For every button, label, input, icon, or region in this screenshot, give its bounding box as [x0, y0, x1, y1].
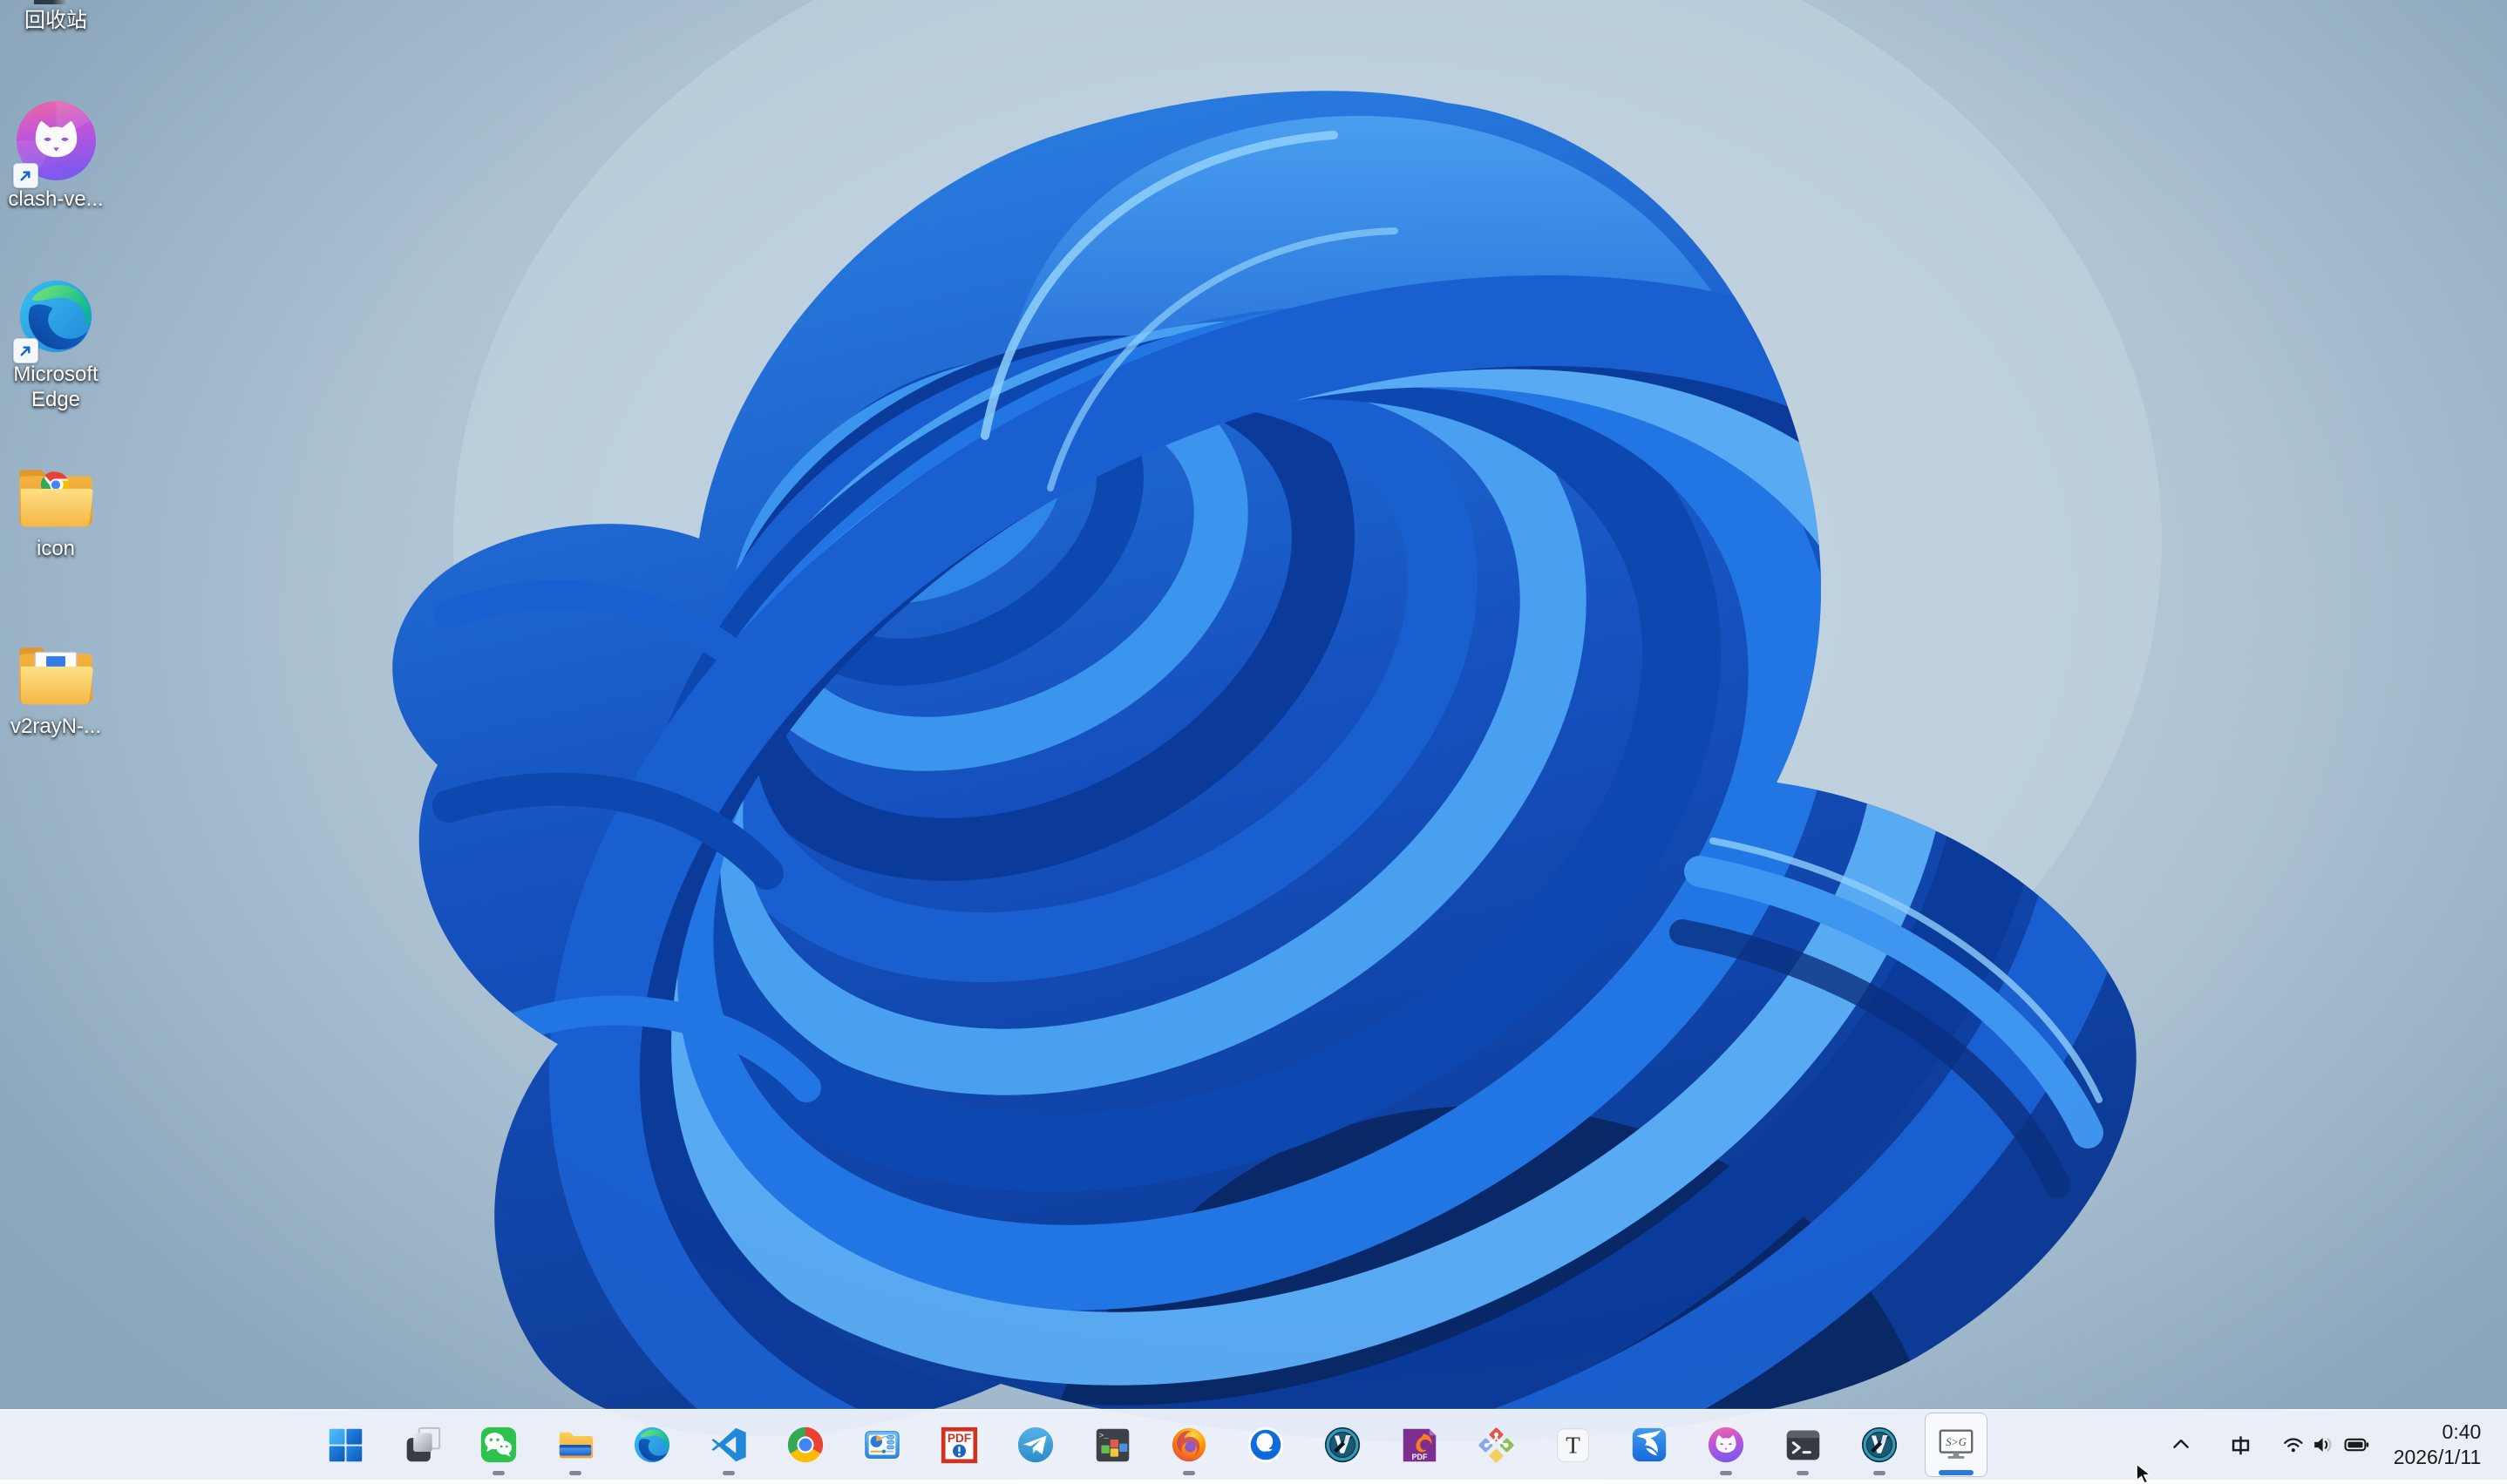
desktop-item-edge[interactable]: Microsoft Edge: [2, 275, 110, 412]
clock[interactable]: 0:40 2026/1/11: [2381, 1420, 2500, 1470]
desktop-item-label: clash-ve...: [8, 187, 104, 211]
desktop-background: 回收站 clash-ve... Microsoft Edge icon v2ra…: [0, 0, 2507, 1480]
windows-terminal-icon: [1786, 1430, 1819, 1460]
network-volume-battery-button[interactable]: [2282, 1420, 2369, 1470]
git-diamonds-icon: [1478, 1426, 1514, 1463]
ime-indicator[interactable]: [2221, 1420, 2259, 1470]
desktop-item-label: icon: [36, 537, 76, 560]
svg-text:PDF: PDF: [947, 1432, 970, 1445]
foxit-pdf-icon: PDF: [1403, 1428, 1436, 1461]
v2rayn-icon: [1861, 1426, 1898, 1463]
start-button[interactable]: [314, 1413, 377, 1477]
svg-text:T: T: [1566, 1432, 1580, 1458]
file-explorer-icon: [559, 1432, 594, 1459]
control-panel-button[interactable]: [851, 1413, 914, 1477]
v2rayn-icon: [1324, 1426, 1361, 1463]
chrome-button[interactable]: [774, 1413, 837, 1477]
clash-verge-button[interactable]: [1695, 1413, 1757, 1477]
volume-icon: [2313, 1438, 2331, 1452]
svg-text:>_: >_: [1098, 1431, 1109, 1440]
wifi-icon: [2284, 1438, 2303, 1453]
mobaxterm-button[interactable]: >_: [1081, 1413, 1144, 1477]
folder-document-icon: [14, 640, 98, 714]
tray-overflow-button[interactable]: [2162, 1420, 2200, 1470]
thunder-button[interactable]: [1618, 1413, 1681, 1477]
qq-icon: [1247, 1426, 1284, 1463]
desktop-item-v2rayn-folder[interactable]: v2rayN-...: [2, 640, 110, 739]
vscode-button[interactable]: [697, 1413, 760, 1477]
edge-icon: [13, 275, 97, 363]
pdf-exclamation-icon: PDF: [941, 1426, 977, 1463]
windows-start-icon: [329, 1428, 362, 1461]
firefox-button[interactable]: [1158, 1413, 1220, 1477]
typora-icon: T: [1556, 1427, 1589, 1462]
v2rayn-button[interactable]: [1311, 1413, 1374, 1477]
desktop-item-label: v2rayN-...: [10, 715, 101, 738]
system-tray: 0:40 2026/1/11: [2162, 1410, 2500, 1480]
file-explorer-button[interactable]: [544, 1413, 607, 1477]
firefox-icon: [1172, 1427, 1206, 1462]
edge-icon: [634, 1426, 670, 1463]
desktop-item-label: 回收站: [24, 9, 87, 32]
recycle-bin-icon: [34, 0, 65, 4]
telegram-button[interactable]: [1004, 1413, 1067, 1477]
git-tool-button[interactable]: [1464, 1413, 1527, 1477]
chrome-icon: [787, 1426, 824, 1463]
wechat-icon: [480, 1426, 517, 1463]
screen-to-gif-button[interactable]: S>G: [1925, 1413, 1987, 1477]
terminal-blocks-icon: >_: [1096, 1428, 1129, 1461]
vscode-icon: [711, 1427, 746, 1462]
chevron-up-icon: [2173, 1439, 2189, 1448]
windows-terminal-button[interactable]: [1771, 1413, 1834, 1477]
svg-text:S>G: S>G: [1946, 1436, 1967, 1448]
ime-chinese-icon: [2232, 1435, 2249, 1454]
v2rayn-running-button[interactable]: [1848, 1413, 1911, 1477]
clash-verge-cat-icon: [12, 99, 98, 188]
svg-text:PDF: PDF: [1411, 1452, 1427, 1460]
tray-time: 0:40: [2442, 1420, 2482, 1443]
control-panel-icon: [865, 1431, 900, 1459]
taskbar-icon-row: PDF >_ PDF T S>G: [314, 1413, 1987, 1477]
task-view-button[interactable]: [391, 1413, 453, 1477]
foxit-pdf-button[interactable]: PDF: [1388, 1413, 1451, 1477]
shortcut-arrow-icon: [13, 338, 38, 363]
task-view-icon: [406, 1426, 440, 1461]
folder-chrome-icon: [14, 462, 98, 536]
shortcut-arrow-icon: [12, 163, 38, 188]
pdf-tool-button[interactable]: PDF: [927, 1413, 990, 1477]
battery-icon: [2344, 1438, 2369, 1452]
desktop-item-icon-folder[interactable]: icon: [2, 462, 110, 561]
clash-verge-cat-icon: [1708, 1426, 1744, 1463]
taskbar: PDF >_ PDF T S>G 0:40 2026/1/11: [0, 1409, 2507, 1480]
tray-date: 2026/1/11: [2393, 1446, 2482, 1468]
desktop-item-recycle-bin[interactable]: 回收站: [2, 0, 110, 33]
bloom-wallpaper: [392, 0, 2162, 1442]
thunder-bird-icon: [1632, 1427, 1667, 1462]
screen-to-gif-icon: S>G: [1939, 1429, 1974, 1459]
desktop-item-label: Microsoft Edge: [13, 363, 99, 411]
edge-button[interactable]: [621, 1413, 683, 1477]
wechat-button[interactable]: [467, 1413, 530, 1477]
desktop-item-clash-verge[interactable]: clash-ve...: [2, 99, 110, 212]
typora-button[interactable]: T: [1541, 1413, 1604, 1477]
qq-button[interactable]: [1234, 1413, 1297, 1477]
telegram-icon: [1017, 1426, 1054, 1463]
